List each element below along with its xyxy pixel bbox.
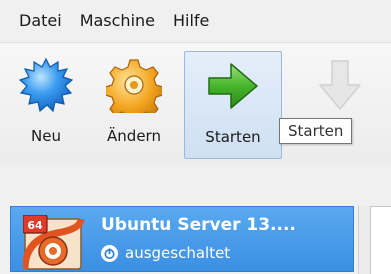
menu-datei[interactable]: Datei <box>0 0 71 42</box>
new-button[interactable]: Neu <box>8 51 84 159</box>
menu-bar: Datei Maschine Hilfe <box>0 0 391 42</box>
start-button-label: Starten <box>205 128 261 146</box>
start-tooltip: Starten <box>279 118 353 144</box>
vm-status-label: ausgeschaltet <box>125 244 231 262</box>
start-arrow-icon <box>208 63 258 109</box>
new-starburst-icon <box>18 57 74 113</box>
virtualbox-manager-window: Datei Maschine Hilfe Neu Ändern Starten … <box>0 0 391 274</box>
settings-button-label: Ändern <box>107 127 161 145</box>
menu-hilfe[interactable]: Hilfe <box>164 0 218 42</box>
discard-arrow-down-icon <box>319 60 361 110</box>
vm-list-item[interactable]: 64 Ubuntu Server 13.... ausgeschaltet <box>10 206 354 272</box>
start-button[interactable]: Starten <box>184 51 282 159</box>
settings-gear-icon <box>106 59 162 113</box>
arch-64-badge: 64 <box>27 219 43 232</box>
power-off-icon <box>101 244 118 262</box>
vm-status: ausgeschaltet <box>101 244 230 262</box>
details-panel-edge <box>358 206 370 274</box>
toolbar: Neu Ändern Starten <box>0 42 391 165</box>
menu-maschine[interactable]: Maschine <box>71 0 164 42</box>
ubuntu-os-icon: 64 <box>23 215 85 270</box>
vm-name: Ubuntu Server 13.... <box>101 215 296 235</box>
details-panel <box>370 206 391 274</box>
new-button-label: Neu <box>31 127 61 145</box>
settings-button[interactable]: Ändern <box>92 51 176 159</box>
